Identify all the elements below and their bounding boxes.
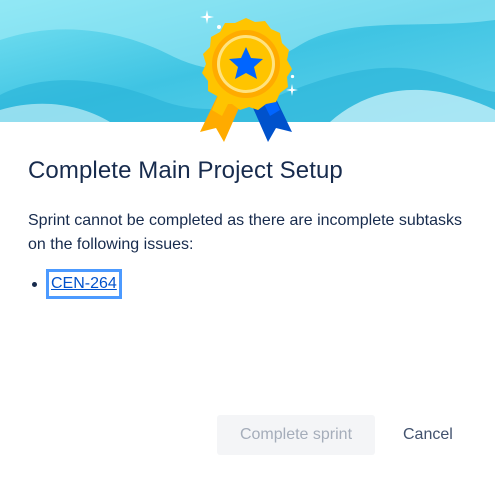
award-badge-icon xyxy=(200,18,292,142)
sparkle-icon xyxy=(200,10,214,24)
dialog-message: Sprint cannot be completed as there are … xyxy=(28,212,463,253)
complete-sprint-button[interactable]: Complete sprint xyxy=(217,415,375,455)
list-item: CEN-264 xyxy=(28,269,122,299)
complete-sprint-dialog: Complete Main Project Setup Sprint canno… xyxy=(0,0,495,482)
sparkle-icon xyxy=(286,84,298,96)
sparkle-icon xyxy=(217,25,221,29)
sparkle-icon xyxy=(290,74,295,79)
bullet-icon xyxy=(32,281,37,287)
incomplete-issues-list: CEN-264 xyxy=(28,269,122,299)
dialog-title: Complete Main Project Setup xyxy=(28,157,343,184)
cancel-button[interactable]: Cancel xyxy=(387,415,465,455)
issue-link[interactable]: CEN-264 xyxy=(46,269,122,299)
